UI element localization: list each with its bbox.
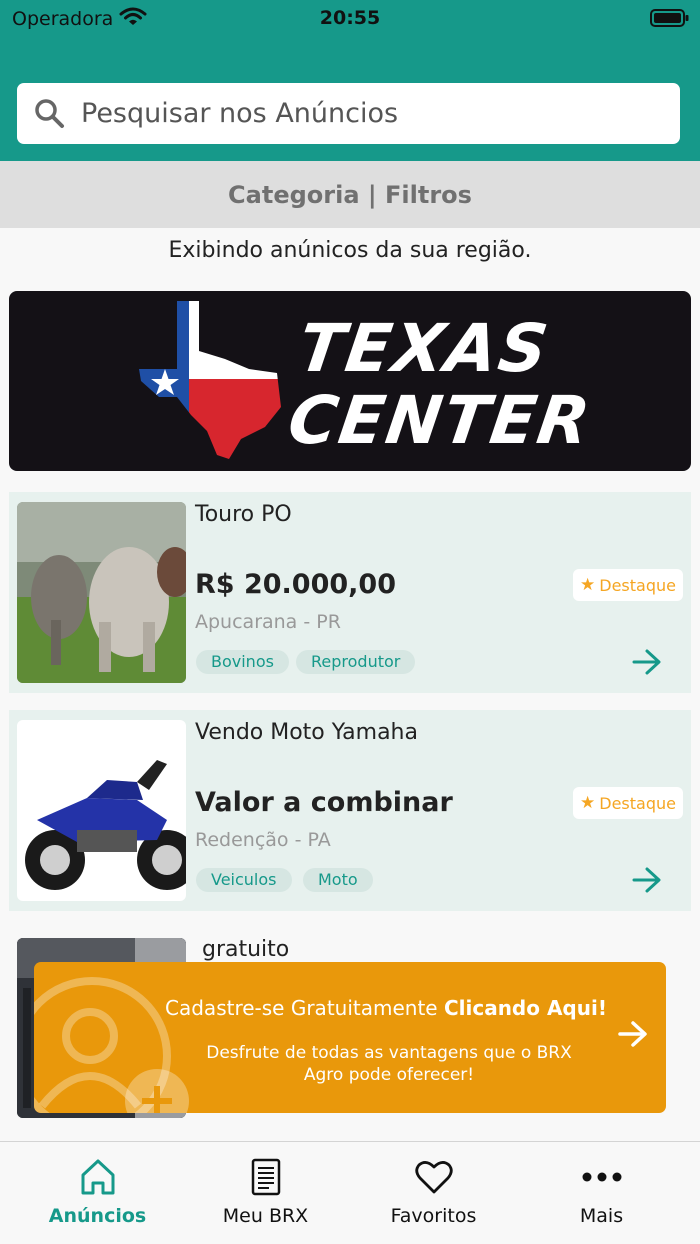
listing-card[interactable]: Vendo Moto Yamaha Valor a combinar Reden… [9, 710, 691, 911]
bottom-nav: Anúncios Meu BRX Favoritos Mais [0, 1141, 700, 1244]
search-icon [33, 97, 65, 133]
heart-icon [346, 1157, 521, 1197]
featured-badge: ★ Destaque [573, 787, 683, 819]
listing-tag[interactable]: Veiculos [196, 868, 292, 892]
texas-flag-map-icon [139, 301, 281, 459]
nav-item-mais[interactable]: Mais [514, 1142, 689, 1244]
more-icon [514, 1157, 689, 1197]
region-text: Exibindo anúnicos da sua região. [168, 238, 532, 263]
listing-tag[interactable]: Reprodutor [296, 650, 416, 674]
arrow-right-icon[interactable] [631, 648, 663, 676]
nav-label: Anúncios [48, 1205, 147, 1227]
listing-tag[interactable]: Bovinos [196, 650, 289, 674]
cta-headline-bold: Clicando Aqui! [443, 996, 607, 1020]
featured-badge: ★ Destaque [573, 569, 683, 601]
arrow-right-icon[interactable] [617, 1020, 649, 1048]
listing-price: R$ 20.000,00 [195, 569, 396, 600]
search-bar[interactable] [17, 83, 680, 144]
battery-icon [650, 9, 690, 31]
banner-line2: CENTER [283, 382, 597, 459]
featured-badge-label: Destaque [599, 575, 676, 595]
promo-banner[interactable]: TEXAS CENTER [9, 291, 691, 471]
listing-title: Touro PO [195, 502, 292, 527]
nav-label: Favoritos [390, 1205, 477, 1227]
nav-item-favoritos[interactable]: Favoritos [346, 1142, 521, 1244]
listing-card[interactable]: Touro PO R$ 20.000,00 Apucarana - PR Bov… [9, 492, 691, 693]
listing-title: gratuito [202, 937, 290, 962]
listing-image-cattle [17, 502, 186, 683]
listing-image-motorcycle [17, 720, 186, 901]
search-input[interactable] [81, 83, 661, 144]
app-header: Operadora 20:55 [0, 0, 700, 161]
listing-tag[interactable]: Moto [303, 868, 373, 892]
cta-headline: Cadastre-se Gratuitamente Clicando Aqui! [126, 996, 646, 1020]
signup-cta-banner[interactable]: Cadastre-se Gratuitamente Clicando Aqui!… [34, 962, 666, 1113]
nav-item-anuncios[interactable]: Anúncios [10, 1142, 185, 1244]
status-time: 20:55 [319, 7, 381, 29]
listing-price: Valor a combinar [195, 787, 453, 818]
nav-label: Meu BRX [222, 1205, 309, 1227]
cta-headline-prefix: Cadastre-se Gratuitamente [165, 996, 438, 1020]
featured-badge-label: Destaque [599, 793, 676, 813]
star-icon: ★ [580, 575, 596, 595]
listing-location: Redenção - PA [195, 829, 331, 851]
arrow-right-icon[interactable] [631, 866, 663, 894]
star-icon: ★ [580, 793, 596, 813]
nav-label: Mais [579, 1205, 624, 1227]
listing-title: Vendo Moto Yamaha [195, 720, 418, 745]
cta-subtext: Desfrute de todas as vantagens que o BRX… [206, 1043, 572, 1085]
nav-item-meu-brx[interactable]: Meu BRX [178, 1142, 353, 1244]
banner-line1: TEXAS [293, 310, 555, 387]
home-icon [10, 1157, 185, 1197]
document-icon [178, 1157, 353, 1197]
category-filter-button[interactable]: Categoria | Filtros [0, 161, 700, 228]
listing-location: Apucarana - PR [195, 611, 341, 633]
banner-title: TEXAS CENTER [283, 310, 606, 459]
